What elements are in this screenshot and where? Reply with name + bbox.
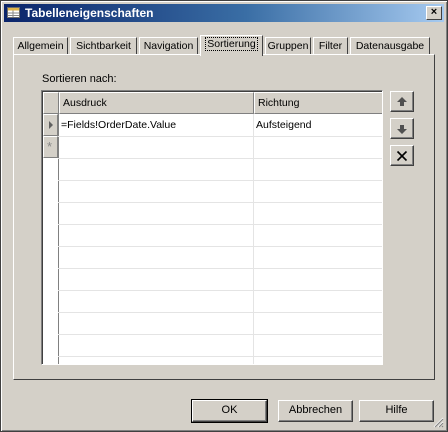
cell-expression[interactable]: =Fields!OrderDate.Value xyxy=(59,114,253,136)
close-icon: × xyxy=(430,6,438,18)
column-divider xyxy=(253,114,254,364)
tab-datenausgabe[interactable]: Datenausgabe xyxy=(350,37,430,54)
resize-grip-icon[interactable] xyxy=(432,416,444,428)
cancel-button[interactable]: Abbrechen xyxy=(278,400,353,422)
tab-label: Datenausgabe xyxy=(355,40,425,52)
cell-direction[interactable]: Aufsteigend xyxy=(254,114,381,136)
row-header-empty xyxy=(43,158,58,364)
tab-filter[interactable]: Filter xyxy=(313,37,348,54)
tab-sortierung[interactable]: Sortierung xyxy=(200,35,263,56)
tab-gruppen[interactable]: Gruppen xyxy=(265,37,311,54)
row-header-new[interactable]: * xyxy=(43,136,58,158)
close-button[interactable]: × xyxy=(426,6,442,20)
title-bar[interactable]: Tabelleneigenschaften × xyxy=(4,4,444,22)
current-row-arrow-icon xyxy=(49,121,53,129)
grid-line xyxy=(58,224,382,225)
table-properties-icon xyxy=(7,7,20,18)
tab-label: Gruppen xyxy=(267,40,309,52)
tab-label: Sichtbarkeit xyxy=(76,40,131,52)
arrow-down-icon xyxy=(397,125,407,134)
window-title: Tabelleneigenschaften xyxy=(25,6,154,20)
tab-label: Filter xyxy=(318,40,343,52)
help-button[interactable]: Hilfe xyxy=(359,400,434,422)
grid-line xyxy=(58,290,382,291)
tab-label: Allgemein xyxy=(17,40,64,52)
corner-header xyxy=(43,92,59,114)
grid-line xyxy=(58,268,382,269)
grid-line xyxy=(58,312,382,313)
move-up-button[interactable] xyxy=(390,91,414,112)
tab-allgemein[interactable]: Allgemein xyxy=(13,37,68,54)
grid-line xyxy=(58,180,382,181)
grid-line xyxy=(58,356,382,357)
tab-navigation[interactable]: Navigation xyxy=(139,37,198,54)
delete-x-icon xyxy=(396,150,408,162)
move-down-button[interactable] xyxy=(390,118,414,139)
tab-label: Sortierung xyxy=(205,37,258,51)
column-header-richtung[interactable]: Richtung xyxy=(254,92,382,114)
grid-line xyxy=(58,158,382,159)
grid-line xyxy=(58,136,382,137)
new-row-asterisk-icon: * xyxy=(47,139,53,154)
grid-line xyxy=(58,334,382,335)
row-header-current[interactable] xyxy=(43,114,58,136)
dialog-window: Tabelleneigenschaften × Allgemein Sichtb… xyxy=(0,0,448,432)
delete-button[interactable] xyxy=(390,145,414,166)
arrow-up-icon xyxy=(397,97,407,106)
sort-grid[interactable]: Ausdruck Richtung * =Fields!OrderDate.Va… xyxy=(41,90,383,365)
tab-label: Navigation xyxy=(143,40,194,52)
rowheader-divider xyxy=(58,114,59,364)
ok-button[interactable]: OK xyxy=(191,399,268,423)
column-header-ausdruck[interactable]: Ausdruck xyxy=(59,92,254,114)
grid-line xyxy=(58,246,382,247)
tab-sichtbarkeit[interactable]: Sichtbarkeit xyxy=(70,37,137,54)
grid-line xyxy=(58,202,382,203)
grid-header: Ausdruck Richtung xyxy=(43,92,382,114)
sort-by-label: Sortieren nach: xyxy=(42,73,117,85)
